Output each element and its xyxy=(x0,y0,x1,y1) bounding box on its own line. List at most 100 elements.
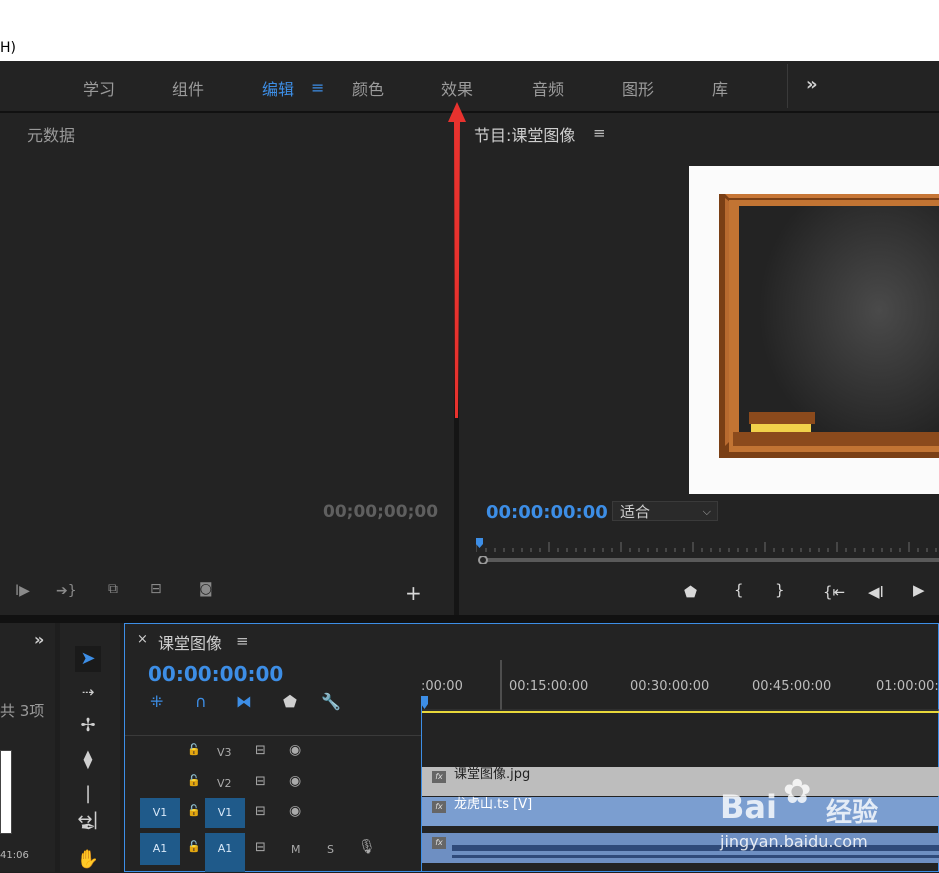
lock-icon[interactable]: 🔓 xyxy=(187,774,201,787)
workspace-overflow-icon[interactable]: » xyxy=(806,74,818,95)
lock-icon[interactable]: 🔓 xyxy=(187,840,201,853)
timeline-tab-title[interactable]: 课堂图像 xyxy=(158,630,222,654)
eye-icon[interactable]: ◉ xyxy=(289,773,301,789)
panel-separator xyxy=(0,615,939,623)
lock-icon[interactable]: 🔓 xyxy=(187,804,201,817)
paw-icon: ✿ xyxy=(783,772,812,812)
clip-image-label: 课堂图像.jpg xyxy=(454,767,531,782)
workspace-tab-color[interactable]: 颜色 xyxy=(352,76,384,100)
track-label-v1[interactable]: V1 xyxy=(205,798,245,828)
workspace-tab-effects[interactable]: 效果 xyxy=(441,76,473,100)
metadata-panel-title[interactable]: 元数据 xyxy=(27,122,75,146)
workspace-tab-learn[interactable]: 学习 xyxy=(83,76,115,100)
menu-bar xyxy=(0,0,939,61)
sync-lock-icon[interactable]: ⊟ xyxy=(255,804,266,819)
slip-tool-icon[interactable]: |↔| xyxy=(75,781,101,830)
track-label-v3[interactable]: V3 xyxy=(217,746,232,759)
sync-lock-icon[interactable]: ⊟ xyxy=(255,774,266,789)
program-timecode[interactable]: 00:00:00:00 xyxy=(486,502,608,523)
add-marker-icon[interactable]: ⬟ xyxy=(684,583,697,601)
ripple-edit-tool-icon[interactable]: ✢ xyxy=(75,713,101,739)
insert-icon[interactable]: ⧉ xyxy=(108,581,118,597)
timeline-playhead-marker xyxy=(421,696,428,709)
fx-badge-icon: fx xyxy=(432,801,446,813)
linked-selection-icon[interactable]: ⧓ xyxy=(236,692,252,711)
chevron-down-icon: ⌵ xyxy=(702,505,711,518)
annotation-arrow-icon xyxy=(448,102,466,418)
workspace-tab-assembly[interactable]: 组件 xyxy=(172,76,204,100)
source-patch-a1[interactable]: A1 xyxy=(140,833,180,865)
workspace-tab-libraries[interactable]: 库 xyxy=(712,76,728,100)
track-header-v3: 🔓 V3 ⊟ ◉ xyxy=(125,737,421,767)
mute-button[interactable]: M xyxy=(291,843,301,856)
workspace-tab-graphics[interactable]: 图形 xyxy=(622,76,654,100)
add-marker-icon[interactable]: ⬟ xyxy=(283,692,297,711)
project-item-duration: 41:06 xyxy=(0,850,29,861)
zoom-fit-select[interactable]: 适合 ⌵ xyxy=(612,501,718,521)
lock-icon[interactable]: 🔓 xyxy=(187,743,201,756)
microphone-icon[interactable]: 🎙 xyxy=(358,839,376,855)
workspace-tab-editing[interactable]: 编辑 xyxy=(262,76,294,100)
add-button-icon[interactable]: + xyxy=(405,581,422,605)
step-back-icon[interactable]: ◀I xyxy=(868,583,884,601)
program-time-ruler[interactable] xyxy=(476,538,939,554)
watermark-url: jingyan.baidu.com xyxy=(720,832,868,851)
program-monitor-title[interactable]: 节目:课堂图像 xyxy=(474,122,575,146)
ruler-label-30m: 00:30:00:00 xyxy=(630,679,710,694)
watermark-brand-2: 经验 xyxy=(826,798,879,828)
eye-icon[interactable]: ◉ xyxy=(289,803,301,819)
program-menu-icon[interactable]: ≡ xyxy=(593,124,606,142)
track-divider xyxy=(125,735,421,736)
nest-toggle-icon[interactable]: ⁜ xyxy=(150,692,163,711)
razor-tool-icon[interactable]: ⧫ xyxy=(75,747,101,773)
play-icon[interactable]: ▶ xyxy=(913,581,925,599)
timeline-menu-icon[interactable]: ≡ xyxy=(236,632,249,650)
fx-badge-icon: fx xyxy=(432,771,446,783)
blackboard-image xyxy=(719,194,939,458)
solo-button[interactable]: S xyxy=(327,843,334,856)
close-icon[interactable]: × xyxy=(137,632,148,647)
source-patch-v1[interactable]: V1 xyxy=(140,798,180,828)
program-playhead-marker xyxy=(476,538,483,548)
project-thumbnail[interactable] xyxy=(0,750,12,834)
program-preview-frame xyxy=(689,166,939,494)
pen-tool-icon[interactable]: ✒ xyxy=(75,815,101,841)
ruler-ticks xyxy=(476,542,937,552)
overwrite-icon[interactable]: ⊟ xyxy=(150,581,162,597)
sync-lock-icon[interactable]: ⊟ xyxy=(255,743,266,758)
mark-in-icon[interactable]: { xyxy=(734,581,744,599)
timeline-timecode[interactable]: 00:00:00:00 xyxy=(148,662,283,686)
go-to-out-icon[interactable]: ➔} xyxy=(56,583,77,599)
baidu-watermark: Bai ✿ 经验 jingyan.baidu.com xyxy=(720,770,935,860)
project-overflow-icon[interactable]: » xyxy=(34,630,44,649)
wrench-icon[interactable]: 🔧 xyxy=(321,692,341,711)
track-label-a1[interactable]: A1 xyxy=(205,833,245,872)
track-label-v2[interactable]: V2 xyxy=(217,777,232,790)
track-header-v2: 🔓 V2 ⊟ ◉ xyxy=(125,768,421,798)
selection-tool-icon[interactable]: ➤ xyxy=(75,646,101,672)
mark-in-play-icon[interactable]: I▶ xyxy=(15,583,30,599)
menu-item-help[interactable]: H) xyxy=(0,40,16,56)
workspace-divider xyxy=(787,64,788,108)
ruler-label-45m: 00:45:00:00 xyxy=(752,679,832,694)
eye-icon[interactable]: ◉ xyxy=(289,742,301,758)
workspace-tab-audio[interactable]: 音频 xyxy=(532,76,564,100)
source-timecode: 00;00;00;00 xyxy=(323,502,439,522)
ruler-label-15m: 00:15:00:00 xyxy=(509,679,589,694)
program-zoom-scrollbar[interactable] xyxy=(476,556,939,564)
scroll-handle xyxy=(478,556,488,564)
snap-magnet-icon[interactable]: ∩ xyxy=(195,692,207,711)
work-area-bar[interactable] xyxy=(421,711,939,713)
sync-lock-icon[interactable]: ⊟ xyxy=(255,840,266,855)
export-frame-icon[interactable]: ◙ xyxy=(199,581,213,597)
track-select-tool-icon[interactable]: ⇢ xyxy=(75,679,101,705)
go-to-in-icon[interactable]: {⇤ xyxy=(823,583,845,601)
workspace-menu-icon[interactable]: ≡ xyxy=(311,78,324,97)
project-panel xyxy=(0,623,55,872)
watermark-brand: Bai xyxy=(720,788,777,826)
timeline-playhead[interactable] xyxy=(421,700,422,872)
hand-tool-icon[interactable]: ✋ xyxy=(75,847,101,873)
mark-out-icon[interactable]: } xyxy=(775,581,785,599)
project-item-count: 共 3项 xyxy=(0,702,45,720)
clip-video-label: 龙虎山.ts [V] xyxy=(454,797,533,812)
